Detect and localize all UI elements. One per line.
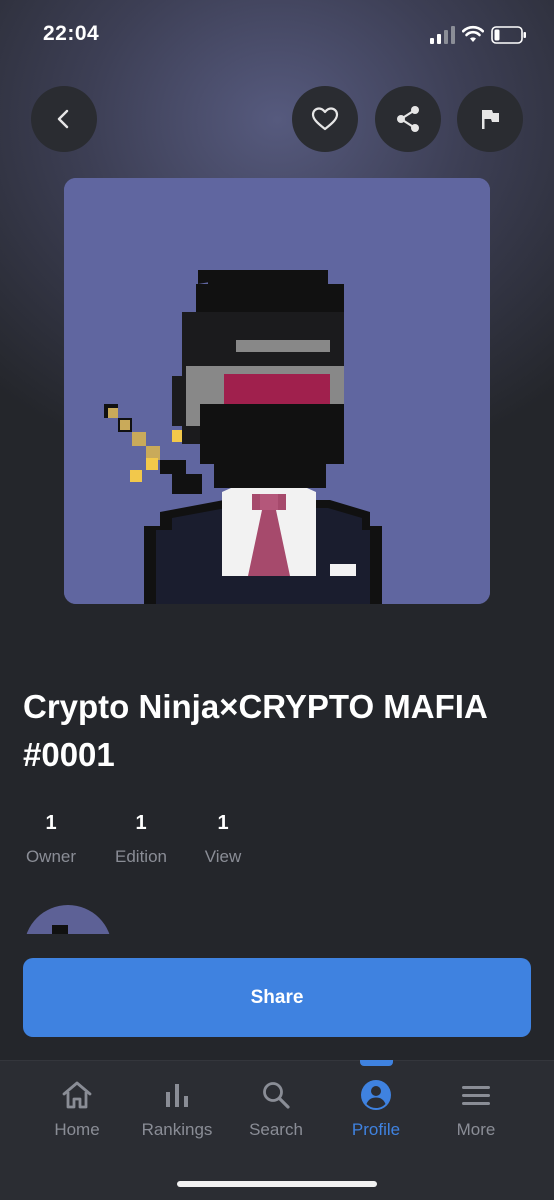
profile-icon — [361, 1080, 391, 1110]
home-icon — [62, 1081, 92, 1109]
stat-view-label: View — [204, 847, 242, 866]
stat-owner-label: Owner — [25, 847, 77, 866]
tab-more-label: More — [456, 1120, 496, 1139]
share-button[interactable] — [375, 86, 441, 152]
flag-icon — [482, 110, 499, 129]
share-main-button[interactable]: Share — [23, 958, 531, 1037]
bar-chart-icon — [166, 1084, 188, 1107]
back-button[interactable] — [31, 86, 97, 152]
stat-edition[interactable]: 1 Edition — [112, 812, 170, 867]
pixel-ninja-image — [64, 178, 490, 604]
tab-home[interactable]: Home — [32, 1078, 122, 1148]
search-icon — [263, 1082, 290, 1109]
tab-rankings-label: Rankings — [141, 1120, 213, 1139]
report-button[interactable] — [457, 86, 523, 152]
stat-edition-value: 1 — [135, 812, 147, 834]
stat-owner-value: 1 — [45, 812, 57, 834]
stat-view: 1 View — [202, 812, 244, 867]
chevron-left-icon — [57, 109, 69, 129]
heart-icon — [311, 107, 339, 131]
tab-home-label: Home — [54, 1120, 100, 1139]
nft-artwork[interactable] — [64, 178, 490, 604]
wifi-icon — [462, 25, 484, 42]
tab-profile[interactable]: Profile — [331, 1078, 421, 1148]
status-time: 22:04 — [43, 22, 100, 45]
nft-title: Crypto Ninja×CRYPTO MAFIA #0001 — [23, 688, 487, 773]
tab-profile-label: Profile — [351, 1120, 401, 1139]
favorite-button[interactable] — [292, 86, 358, 152]
tab-rankings[interactable]: Rankings — [132, 1078, 222, 1148]
tab-more[interactable]: More — [431, 1078, 521, 1148]
cellular-signal-icon — [430, 26, 455, 44]
battery-icon — [491, 26, 526, 44]
status-bar: 22:04 — [0, 0, 554, 70]
share-icon — [397, 106, 419, 132]
tab-search[interactable]: Search — [231, 1078, 321, 1148]
stat-edition-label: Edition — [115, 847, 167, 866]
stat-view-value: 1 — [217, 812, 229, 834]
active-tab-indicator — [360, 1060, 393, 1066]
stat-owner[interactable]: 1 Owner — [23, 812, 79, 867]
menu-icon — [462, 1086, 490, 1105]
home-indicator — [177, 1181, 377, 1187]
tab-search-label: Search — [249, 1120, 303, 1139]
